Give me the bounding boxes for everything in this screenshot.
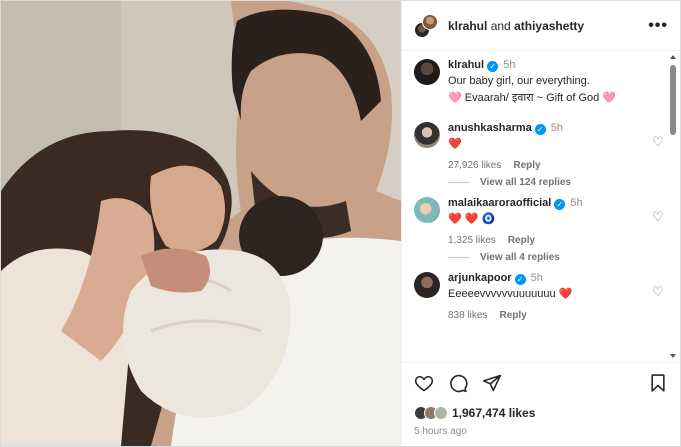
- collab-avatars[interactable]: [414, 13, 438, 38]
- header-user-klrahul[interactable]: klrahul: [448, 19, 487, 33]
- scroll-up-icon[interactable]: [670, 55, 676, 59]
- verified-badge-icon: ✓: [534, 124, 546, 135]
- verified-badge-icon: ✓: [487, 61, 499, 72]
- reply-button[interactable]: Reply: [508, 235, 535, 246]
- post-photo[interactable]: [1, 1, 401, 446]
- view-replies-button[interactable]: View all 124 replies: [448, 177, 666, 188]
- caption: klrahul ✓ 5h Our baby girl, our everything…: [414, 59, 666, 106]
- comment-likes[interactable]: 838 likes: [448, 310, 487, 321]
- header-usernames: klrahul and athiyashetty: [448, 19, 648, 33]
- comment-time: 5h: [570, 197, 583, 209]
- bookmark-icon[interactable]: [646, 371, 670, 395]
- caption-line-2: 🩷 Evaarah/ इवारा ~ Gift of God 🩷: [448, 92, 617, 104]
- verified-badge-icon: ✓: [554, 199, 566, 210]
- post-header: klrahul and athiyashetty •••: [402, 1, 680, 51]
- comment-likes[interactable]: 27,926 likes: [448, 160, 501, 171]
- avatar: [434, 406, 448, 420]
- likes-summary: 1,967,474 likes: [402, 402, 680, 424]
- avatar[interactable]: [414, 59, 440, 85]
- divider: [448, 257, 470, 258]
- caption-time: 5h: [503, 59, 516, 71]
- reply-button[interactable]: Reply: [513, 160, 540, 171]
- header-user-athiyashetty[interactable]: athiyashetty: [514, 19, 584, 33]
- comment-item: malaikaaroraofficial ✓ 5h ❤️ ❤️ 🧿 1,325 li…: [414, 197, 666, 246]
- heart-outline-icon[interactable]: ♡: [652, 209, 666, 246]
- comment-item: arjunkapoor ✓ 5h Eeeeevvvvvvuuuuuuu ❤️ 838…: [414, 272, 666, 321]
- divider: [448, 182, 470, 183]
- family-photo-illustration: [1, 1, 401, 446]
- avatar[interactable]: [414, 272, 440, 298]
- comment-text: ❤️: [448, 138, 462, 150]
- caption-line-1: Our baby girl, our everything.: [448, 75, 590, 87]
- comment-username[interactable]: anushkasharma: [448, 122, 532, 134]
- comment-username[interactable]: malaikaaroraofficial: [448, 197, 551, 209]
- header-joiner: and: [490, 18, 511, 33]
- post-sidebar: klrahul and athiyashetty ••• klrahul ✓ 5h …: [401, 1, 680, 446]
- action-bar: [402, 362, 680, 402]
- scrollbar-thumb[interactable]: [670, 65, 676, 135]
- verified-badge-icon: ✓: [514, 274, 526, 285]
- post-timestamp[interactable]: 5 hours ago: [402, 424, 680, 446]
- view-replies-button[interactable]: View all 4 replies: [448, 252, 666, 263]
- share-icon[interactable]: [480, 371, 504, 395]
- comment-item: anushkasharma ✓ 5h ❤️ 27,926 likes Reply ♡: [414, 122, 666, 171]
- reply-button[interactable]: Reply: [499, 310, 526, 321]
- caption-username[interactable]: klrahul: [448, 59, 484, 71]
- view-replies-label: View all 124 replies: [480, 177, 571, 188]
- likes-count[interactable]: 1,967,474 likes: [452, 406, 535, 420]
- comment-time: 5h: [550, 122, 564, 134]
- heart-outline-icon[interactable]: ♡: [652, 284, 666, 321]
- instagram-post: klrahul and athiyashetty ••• klrahul ✓ 5h …: [0, 0, 681, 447]
- comment-time: 5h: [530, 272, 543, 284]
- comment-username[interactable]: arjunkapoor: [448, 272, 512, 284]
- comment-likes[interactable]: 1,325 likes: [448, 235, 496, 246]
- comment-text: Eeeeevvvvvvuuuuuuu ❤️: [448, 288, 573, 300]
- more-horizontal-icon[interactable]: •••: [648, 17, 668, 35]
- comment-text: ❤️ ❤️ 🧿: [448, 213, 496, 225]
- comments-section: klrahul ✓ 5h Our baby girl, our everything…: [402, 51, 680, 362]
- avatar[interactable]: [414, 197, 440, 223]
- view-replies-label: View all 4 replies: [480, 252, 560, 263]
- heart-outline-icon[interactable]: ♡: [652, 134, 666, 171]
- avatar-athiyashetty: [422, 13, 438, 30]
- avatar[interactable]: [414, 122, 440, 148]
- scroll-down-icon[interactable]: [670, 354, 676, 358]
- comment-icon[interactable]: [446, 371, 470, 395]
- comments-scrollbar[interactable]: [669, 51, 678, 362]
- heart-outline-icon[interactable]: [412, 371, 436, 395]
